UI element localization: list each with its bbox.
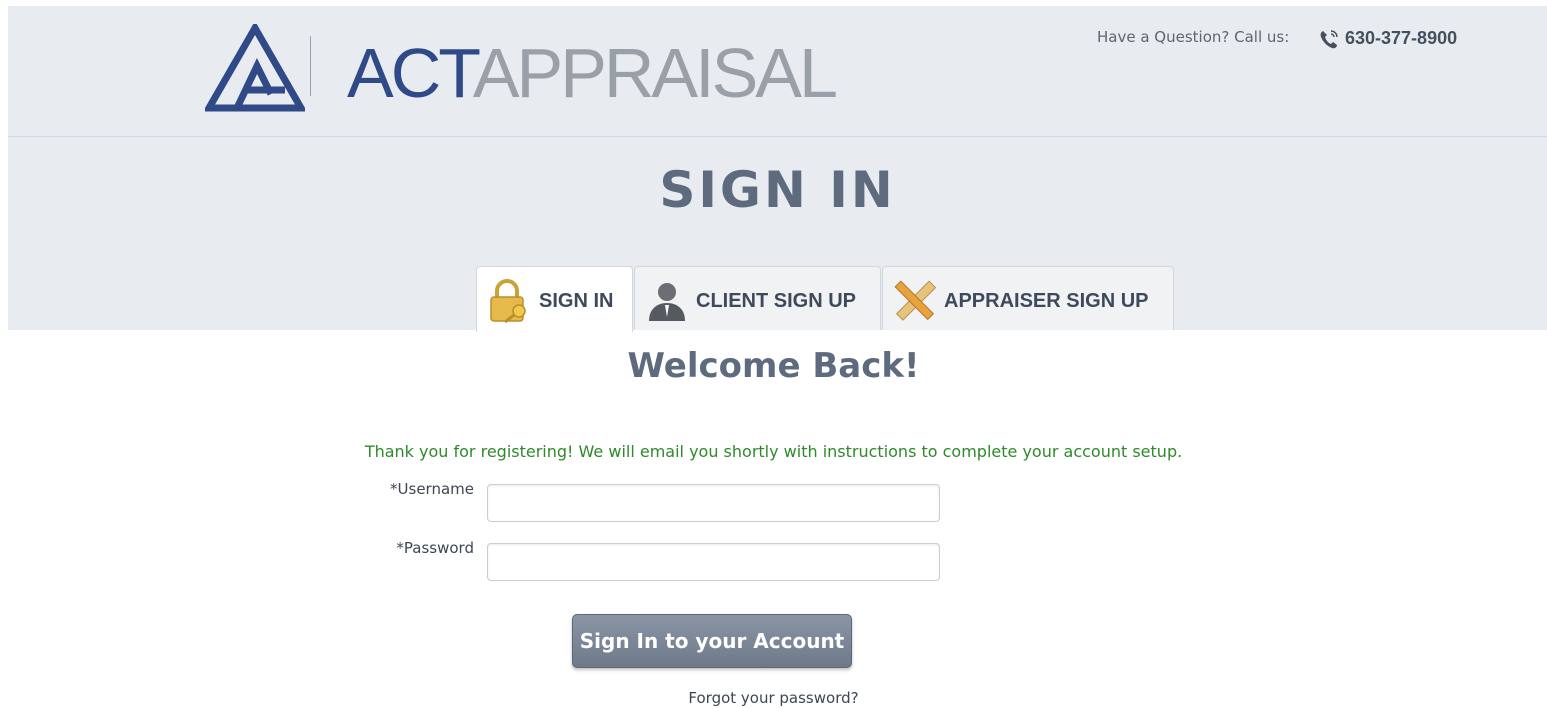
person-icon xyxy=(649,283,685,321)
padlock-key-icon xyxy=(490,279,526,323)
registration-success-message: Thank you for registering! We will email… xyxy=(364,442,1183,461)
tab-sign-in[interactable]: SIGN IN xyxy=(476,266,633,332)
logo-wordmark[interactable]: ACTAPPRAISAL xyxy=(347,28,838,118)
logo-text-primary: ACT xyxy=(347,34,476,112)
logo-text-secondary: APPRAISAL xyxy=(472,34,838,112)
site-header: ACTAPPRAISAL Have a Question? Call us: 6… xyxy=(8,6,1547,137)
tab-client-sign-up-label: CLIENT SIGN UP xyxy=(696,290,857,312)
logo-mark-icon xyxy=(205,24,305,112)
page-title: SIGN IN xyxy=(659,161,896,219)
phone-icon xyxy=(1320,30,1338,49)
tab-sign-in-label: SIGN IN xyxy=(539,290,614,312)
tab-client-sign-up[interactable]: CLIENT SIGN UP xyxy=(634,266,881,330)
password-label: *Password xyxy=(396,539,474,557)
tab-appraiser-sign-up[interactable]: APPRAISER SIGN UP xyxy=(882,266,1174,330)
forgot-password-link[interactable]: Forgot your password? xyxy=(0,689,1547,707)
phone-number[interactable]: 630-377-8900 xyxy=(1345,28,1457,49)
username-label: *Username xyxy=(390,480,474,498)
username-field[interactable] xyxy=(487,484,940,522)
logo-divider xyxy=(310,36,311,96)
welcome-heading: Welcome Back! xyxy=(627,346,920,386)
pencil-ruler-icon xyxy=(894,280,937,321)
tab-appraiser-sign-up-label: APPRAISER SIGN UP xyxy=(944,290,1149,312)
contact-question: Have a Question? Call us: xyxy=(1097,28,1290,46)
sign-in-button[interactable]: Sign In to your Account xyxy=(572,614,852,668)
page: ACTAPPRAISAL Have a Question? Call us: 6… xyxy=(0,0,1547,708)
password-field[interactable] xyxy=(487,543,940,581)
